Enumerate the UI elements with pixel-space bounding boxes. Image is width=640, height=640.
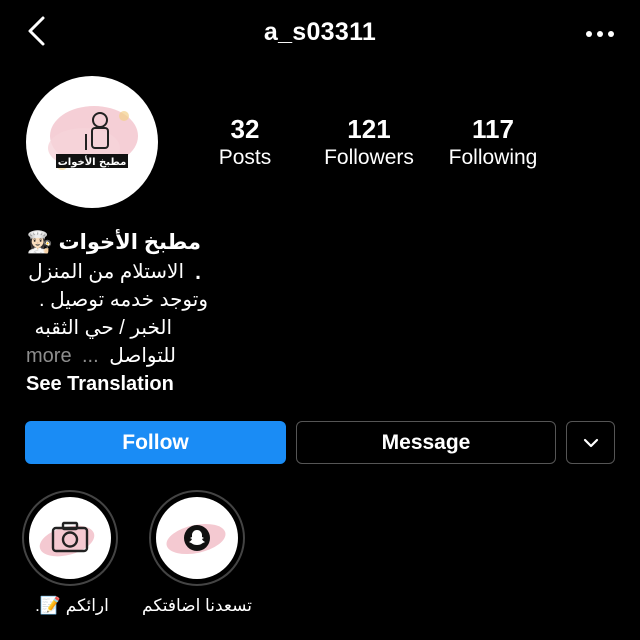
- profile-avatar[interactable]: مطبخ الأخوات: [26, 76, 158, 208]
- bio-ellipsis: ...: [82, 345, 99, 367]
- more-dots-icon: [586, 31, 614, 37]
- followers-label: Followers: [324, 146, 414, 169]
- avatar-logo: مطبخ الأخوات: [48, 106, 138, 170]
- chevron-down-icon: [583, 438, 598, 447]
- follow-button[interactable]: Follow: [25, 421, 286, 464]
- see-translation-link[interactable]: See Translation: [26, 370, 174, 398]
- highlight-cover: [156, 497, 238, 579]
- svg-text:مطبخ الأخوات: مطبخ الأخوات: [58, 155, 127, 168]
- suggested-accounts-button[interactable]: [566, 421, 615, 464]
- highlight-cover: [29, 497, 111, 579]
- followers-count: 121: [347, 114, 391, 144]
- stat-posts[interactable]: 32 Posts: [180, 114, 310, 172]
- top-bar: a_s03311: [0, 0, 640, 68]
- following-label: Following: [448, 146, 538, 169]
- bio-line: الخبر / حي الثقبه: [34, 317, 172, 339]
- bio-line: للتواصل: [109, 345, 176, 367]
- bio-more-link[interactable]: more: [26, 342, 72, 370]
- message-button[interactable]: Message: [296, 421, 556, 464]
- stat-followers[interactable]: 121 Followers: [304, 114, 434, 172]
- bio-line: وتوجد خدمه توصيل .: [38, 289, 208, 311]
- posts-label: Posts: [218, 146, 272, 169]
- profile-stats: 32 Posts 121 Followers 117 Following: [190, 114, 570, 184]
- posts-count: 32: [230, 114, 260, 144]
- stat-following[interactable]: 117 Following: [428, 114, 558, 172]
- profile-username: a_s03311: [263, 18, 377, 46]
- highlight-ring: [22, 490, 118, 586]
- bio-line: الاستلام من المنزل: [28, 261, 184, 283]
- highlight-ring: [149, 490, 245, 586]
- highlight-label: تسعدنا اضافتكم: [142, 596, 252, 615]
- more-options-button[interactable]: [582, 20, 618, 48]
- following-count: 117: [472, 114, 514, 144]
